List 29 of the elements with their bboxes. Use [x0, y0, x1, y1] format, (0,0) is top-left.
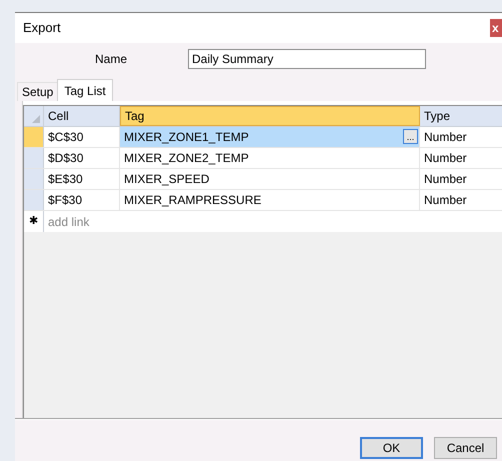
- table-cell-text: Number: [423, 192, 468, 209]
- add-link-field[interactable]: add link: [44, 211, 502, 232]
- row-header[interactable]: [24, 190, 44, 210]
- close-button[interactable]: x: [490, 19, 502, 37]
- table-cell-text: Number: [423, 171, 468, 188]
- name-label: Name: [95, 51, 128, 68]
- browse-button[interactable]: ...: [403, 129, 418, 144]
- triangle-icon: [32, 115, 40, 123]
- name-field[interactable]: Daily Summary: [188, 49, 426, 69]
- new-row-marker: ✱: [29, 214, 38, 230]
- table-cell-text: MIXER_RAMPRESSURE: [123, 192, 262, 209]
- column-header[interactable]: Tag: [120, 106, 420, 126]
- tab[interactable]: Setup: [17, 82, 58, 101]
- table-cell-text: Number: [423, 129, 468, 146]
- row-header[interactable]: [24, 169, 44, 189]
- column-header[interactable]: Type: [420, 106, 502, 126]
- table-cell: $D$30: [44, 148, 120, 168]
- row-header[interactable]: [24, 148, 44, 168]
- table-cell-text: Number: [423, 150, 468, 167]
- window-title: Export: [23, 19, 61, 38]
- dialog-button[interactable]: Cancel: [434, 437, 497, 459]
- row-header[interactable]: [24, 127, 44, 147]
- table-cell: $E$30: [44, 169, 120, 189]
- table-cell-text: MIXER_ZONE2_TEMP: [123, 150, 250, 167]
- table-cell: $F$30: [44, 190, 120, 210]
- tab[interactable]: Tag List: [57, 79, 113, 101]
- table-cell-text: MIXER_ZONE1_TEMP: [123, 129, 250, 146]
- table-cell-text: MIXER_SPEED: [123, 171, 210, 188]
- dialog-button[interactable]: OK: [360, 437, 423, 459]
